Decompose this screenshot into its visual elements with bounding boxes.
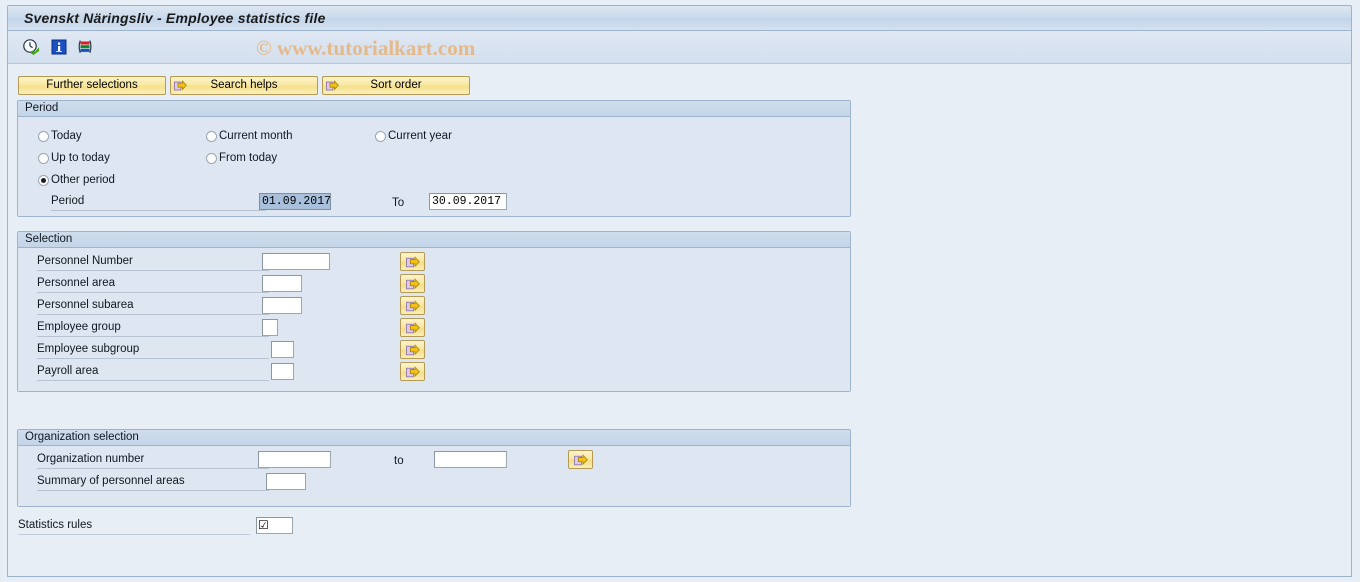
employee-subgroup-label: Employee subgroup bbox=[37, 342, 269, 359]
period-group-title: Period bbox=[18, 101, 850, 117]
radio-circle-icon bbox=[375, 131, 386, 142]
organization-multi-select-button[interactable] bbox=[568, 450, 593, 469]
execute-clock-icon[interactable] bbox=[22, 38, 40, 56]
arrow-right-icon bbox=[174, 79, 187, 92]
arrow-right-icon bbox=[406, 277, 420, 291]
personnel-number-label: Personnel Number bbox=[37, 254, 269, 271]
radio-circle-icon bbox=[206, 131, 217, 142]
sap-selection-screen: Svenskt Näringsliv - Employee statistics… bbox=[0, 0, 1360, 582]
employee-group-label: Employee group bbox=[37, 320, 269, 337]
personnel-number-multi-select-button[interactable] bbox=[400, 252, 425, 271]
statistics-rules-input[interactable]: ☑ bbox=[256, 517, 293, 534]
payroll-area-label: Payroll area bbox=[37, 364, 269, 381]
summary-personnel-areas-label: Summary of personnel areas bbox=[37, 474, 269, 491]
period-from-input[interactable]: 01.09.2017 bbox=[259, 193, 331, 210]
selection-group-title: Selection bbox=[18, 232, 850, 248]
employee-subgroup-multi-select-button[interactable] bbox=[400, 340, 425, 359]
period-to-input[interactable]: 30.09.2017 bbox=[429, 193, 507, 210]
summary-personnel-areas-input[interactable] bbox=[266, 473, 306, 490]
selection-group-body: Personnel Number Personnel area Personne… bbox=[18, 249, 850, 391]
selection-group: Selection Personnel Number Personnel are… bbox=[17, 231, 851, 392]
arrow-right-icon bbox=[406, 343, 420, 357]
organization-selection-group: Organization selection Organization numb… bbox=[17, 429, 851, 507]
radio-current-year-label: Current year bbox=[388, 130, 452, 142]
sort-order-button[interactable]: Sort order bbox=[322, 76, 470, 95]
organization-number-label: Organization number bbox=[37, 452, 269, 469]
organization-number-from-input[interactable] bbox=[258, 451, 331, 468]
payroll-area-input[interactable] bbox=[271, 363, 294, 380]
organization-number-to-input[interactable] bbox=[434, 451, 507, 468]
period-group: Period Today Current month Current year … bbox=[17, 100, 851, 217]
period-group-body: Today Current month Current year Up to t… bbox=[18, 118, 850, 216]
radio-circle-selected-icon bbox=[38, 175, 49, 186]
employee-subgroup-input[interactable] bbox=[271, 341, 294, 358]
arrow-right-icon bbox=[406, 365, 420, 379]
personnel-subarea-multi-select-button[interactable] bbox=[400, 296, 425, 315]
further-selections-label: Further selections bbox=[46, 79, 138, 91]
radio-circle-icon bbox=[38, 153, 49, 164]
search-helps-button[interactable]: Search helps bbox=[170, 76, 318, 95]
payroll-area-multi-select-button[interactable] bbox=[400, 362, 425, 381]
employee-group-input[interactable] bbox=[262, 319, 278, 336]
watermark-text: © www.tutorialkart.com bbox=[256, 36, 476, 60]
personnel-number-input[interactable] bbox=[262, 253, 330, 270]
radio-up-to-today-label: Up to today bbox=[51, 152, 110, 164]
period-field-label: Period bbox=[51, 194, 266, 211]
radio-current-month-label: Current month bbox=[219, 130, 293, 142]
arrow-right-icon bbox=[406, 255, 420, 269]
variant-icon[interactable] bbox=[76, 38, 94, 56]
personnel-area-label: Personnel area bbox=[37, 276, 269, 293]
further-selections-button[interactable]: Further selections bbox=[18, 76, 166, 95]
radio-today-label: Today bbox=[51, 130, 82, 142]
radio-from-today-label: From today bbox=[219, 152, 278, 164]
arrow-right-icon bbox=[574, 453, 588, 467]
search-helps-label: Search helps bbox=[210, 79, 278, 91]
personnel-area-multi-select-button[interactable] bbox=[400, 274, 425, 293]
info-icon[interactable] bbox=[50, 38, 68, 56]
window-title-bar: Svenskt Näringsliv - Employee statistics… bbox=[7, 5, 1352, 31]
personnel-area-input[interactable] bbox=[262, 275, 302, 292]
radio-circle-icon bbox=[206, 153, 217, 164]
organization-group-title: Organization selection bbox=[18, 430, 850, 446]
statistics-rules-label: Statistics rules bbox=[18, 518, 250, 535]
arrow-right-icon bbox=[326, 79, 339, 92]
personnel-subarea-label: Personnel subarea bbox=[37, 298, 269, 315]
sort-order-label: Sort order bbox=[370, 79, 422, 91]
arrow-right-icon bbox=[406, 299, 420, 313]
page-title: Svenskt Näringsliv - Employee statistics… bbox=[24, 10, 326, 26]
employee-group-multi-select-button[interactable] bbox=[400, 318, 425, 337]
radio-circle-icon bbox=[38, 131, 49, 142]
personnel-subarea-input[interactable] bbox=[262, 297, 302, 314]
arrow-right-icon bbox=[406, 321, 420, 335]
organization-to-label: to bbox=[394, 455, 404, 467]
application-toolbar: © www.tutorialkart.com bbox=[7, 31, 1352, 64]
organization-group-body: Organization number to Summary of person… bbox=[18, 447, 850, 506]
selection-screen-body: Further selections Search helps Sort ord… bbox=[7, 64, 1352, 577]
period-to-label: To bbox=[392, 197, 405, 209]
radio-other-period-label: Other period bbox=[51, 174, 115, 186]
